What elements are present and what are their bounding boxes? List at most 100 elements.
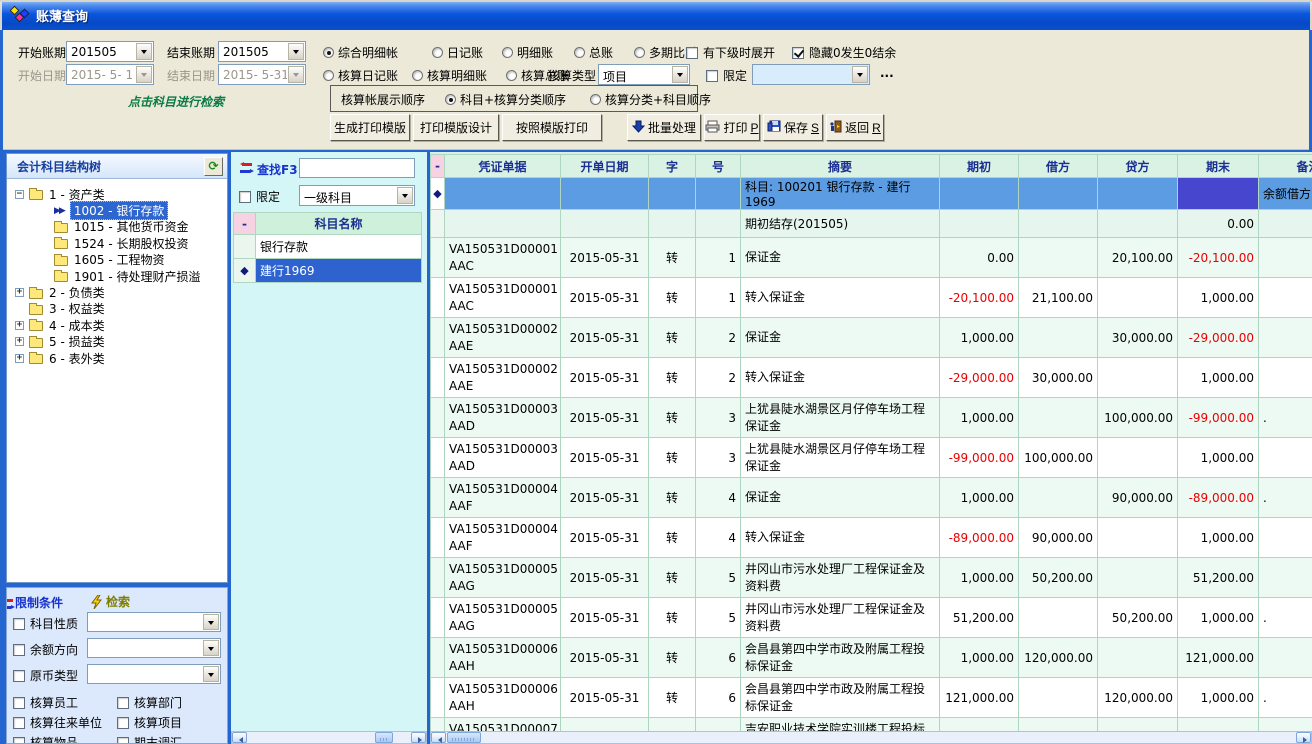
scroll-right-icon[interactable] [1296, 732, 1311, 743]
tree-item-4[interactable]: +4 - 成本类 [7, 317, 227, 333]
acct-type-combobox[interactable]: 项目 [598, 64, 690, 85]
ledger-row[interactable]: VA150531D00006AAH2015-05-31转6会昌县第四中学市政及附… [431, 678, 1312, 718]
button-打印模版设计[interactable]: 打印模版设计 [413, 114, 499, 141]
subject-search-hint-link[interactable]: 点击科目进行检索 [128, 93, 224, 110]
tree-item-1015[interactable]: 1015 - 其他货币资金 [7, 219, 227, 235]
restrict-核算部门-checkbox[interactable]: 核算部门 [117, 694, 182, 711]
acct-mode-radio[interactable]: 核算日记账 [323, 67, 398, 84]
restrict-原币类型-combobox[interactable] [87, 664, 221, 684]
subject-limit-checkbox[interactable]: 限定 [239, 188, 280, 205]
restrict-核算物品-checkbox[interactable]: 核算物品 [13, 734, 78, 744]
limit-checkbox[interactable]: 限定 [706, 67, 747, 84]
plus-expander-icon[interactable]: + [15, 321, 24, 330]
swap-icon[interactable] [238, 162, 254, 174]
view-mode-radio[interactable]: 日记账 [432, 44, 483, 61]
tree-item-2[interactable]: +2 - 负债类 [7, 284, 227, 300]
ledger-row[interactable]: VA150531D00005AAG2015-05-31转5井冈山市污水处理厂工程… [431, 598, 1312, 638]
ledger-row[interactable]: VA150531D00001AAC2015-05-31转1转入保证金-20,10… [431, 278, 1312, 318]
more-ellipsis[interactable]: ... [880, 66, 894, 80]
ledger-row[interactable]: VA150531D00002AAE2015-05-31转2保证金1,000.00… [431, 318, 1312, 358]
tree-item-1[interactable]: −1 - 资产类 [7, 186, 227, 202]
search-link[interactable]: 检索 [91, 593, 130, 610]
restrict-核算往来单位-checkbox[interactable]: 核算往来单位 [13, 714, 102, 731]
button-批量处理[interactable]: 批量处理 [627, 114, 701, 141]
button-生成打印模版[interactable]: 生成打印模版 [330, 114, 410, 141]
dropdown-arrow-icon[interactable] [397, 187, 413, 204]
scroll-right-icon[interactable] [411, 732, 426, 743]
subject-horizontal-scrollbar[interactable] [231, 731, 427, 744]
account-book-query-window: 账薄查询 开始账期 201505 结束账期 201505 综合明细帐日记账明细账… [0, 0, 1312, 744]
subject-level-combobox[interactable]: 一级科目 [299, 185, 415, 206]
radio-circle-icon [634, 47, 645, 58]
restrict-科目性质-combobox[interactable] [87, 612, 221, 632]
tree-item-1901[interactable]: 1901 - 待处理财产损溢 [7, 268, 227, 284]
row-gutter [234, 235, 256, 259]
tree-item-1605[interactable]: 1605 - 工程物资 [7, 252, 227, 268]
dropdown-arrow-icon[interactable] [203, 614, 219, 630]
dropdown-arrow-icon[interactable] [852, 66, 868, 83]
ledger-opening-row[interactable]: 期初结存(201505)0.00 [431, 210, 1312, 238]
restrict-余额方向-checkbox[interactable]: 余额方向 [13, 641, 78, 658]
plus-expander-icon[interactable]: + [15, 337, 24, 346]
tree-item-1002[interactable]: ▶▶1002 - 银行存款 [7, 202, 227, 218]
plus-expander-icon[interactable]: + [15, 288, 24, 297]
restrict-科目性质-checkbox[interactable]: 科目性质 [13, 615, 78, 632]
dropdown-arrow-icon[interactable] [136, 43, 152, 60]
end-period-combobox[interactable]: 201505 [218, 41, 306, 62]
subject-row[interactable]: 银行存款 [234, 235, 422, 259]
acct-type-label: 核算类型 [548, 67, 596, 84]
tree-title: 会计科目结构树 [17, 158, 204, 175]
scroll-left-icon[interactable] [232, 732, 247, 743]
order-mode-radio[interactable]: 科目+核算分类顺序 [445, 91, 566, 108]
swap-icon[interactable] [6, 598, 15, 610]
dropdown-arrow-icon[interactable] [203, 666, 219, 682]
ledger-row[interactable]: VA150531D00004AAF2015-05-31转4保证金1,000.00… [431, 478, 1312, 518]
checkbox-icon [706, 70, 718, 82]
minus-expander-icon[interactable]: − [15, 190, 24, 199]
ledger-subject-row[interactable]: ◆科目: 100201 银行存款 - 建行1969余额借方 [431, 178, 1312, 210]
hide-zero-checkbox[interactable]: 隐藏0发生0结余 [792, 44, 896, 61]
acct-mode-radio[interactable]: 核算明细账 [412, 67, 487, 84]
restrict-核算项目-checkbox[interactable]: 核算项目 [117, 714, 182, 731]
ledger-row[interactable]: VA150531D00004AAF2015-05-31转4转入保证金-89,00… [431, 518, 1312, 558]
tree-item-1524[interactable]: 1524 - 长期股权投资 [7, 235, 227, 251]
toolbar-button-row: 生成打印模版打印模版设计按照模版打印批量处理打印P保存S返回R [330, 114, 887, 141]
ledger-row[interactable]: VA150531D00003AAD2015-05-31转3上犹县陡水湖景区月仔停… [431, 398, 1312, 438]
restrict-核算员工-checkbox[interactable]: 核算员工 [13, 694, 78, 711]
tree-item-6[interactable]: +6 - 表外类 [7, 350, 227, 366]
dropdown-arrow-icon[interactable] [288, 43, 304, 60]
restrict-期末调汇-checkbox[interactable]: 期末调汇 [117, 734, 182, 744]
refresh-icon[interactable]: ⟳ [204, 157, 223, 176]
button-打印P[interactable]: 打印P [704, 114, 760, 141]
find-input[interactable] [299, 158, 415, 178]
ledger-row[interactable]: VA150531D00002AAE2015-05-31转2转入保证金-29,00… [431, 358, 1312, 398]
ledger-row[interactable]: VA150531D00005AAG2015-05-31转5井冈山市污水处理厂工程… [431, 558, 1312, 598]
ledger-horizontal-scrollbar[interactable] [430, 731, 1312, 744]
ledger-row[interactable]: VA150531D00003AAD2015-05-31转3上犹县陡水湖景区月仔停… [431, 438, 1312, 478]
plus-expander-icon[interactable]: + [15, 354, 24, 363]
expand-children-checkbox-label: 有下级时展开 [703, 44, 775, 61]
limit-combobox[interactable] [752, 64, 870, 85]
button-按照模版打印[interactable]: 按照模版打印 [502, 114, 602, 141]
subject-row[interactable]: ◆建行1969 [234, 259, 422, 283]
view-mode-radio[interactable]: 总账 [574, 44, 613, 61]
expand-children-checkbox[interactable]: 有下级时展开 [686, 44, 775, 61]
scrollbar-thumb[interactable] [375, 732, 393, 743]
view-mode-radio[interactable]: 综合明细帐 [323, 44, 398, 61]
dropdown-arrow-icon[interactable] [203, 640, 219, 656]
start-period-combobox[interactable]: 201505 [66, 41, 154, 62]
scroll-left-icon[interactable] [431, 732, 446, 743]
view-mode-radio[interactable]: 明细账 [502, 44, 553, 61]
button-保存S[interactable]: 保存S [763, 114, 823, 141]
ledger-row[interactable]: VA150531D00001AAC2015-05-31转1保证金0.0020,1… [431, 238, 1312, 278]
ledger-row[interactable]: VA150531D00006AAH2015-05-31转6会昌县第四中学市政及附… [431, 638, 1312, 678]
tree-item-5[interactable]: +5 - 损益类 [7, 334, 227, 350]
scrollbar-thumb[interactable] [447, 732, 481, 743]
button-返回R[interactable]: 返回R [826, 114, 884, 141]
dropdown-arrow-icon[interactable] [672, 66, 688, 83]
order-mode-radio[interactable]: 核算分类+科目顺序 [590, 91, 711, 108]
tree-item-3[interactable]: 3 - 权益类 [7, 301, 227, 317]
date-cell: 2015-05-31 [561, 278, 649, 318]
restrict-余额方向-combobox[interactable] [87, 638, 221, 658]
restrict-原币类型-checkbox[interactable]: 原币类型 [13, 667, 78, 684]
